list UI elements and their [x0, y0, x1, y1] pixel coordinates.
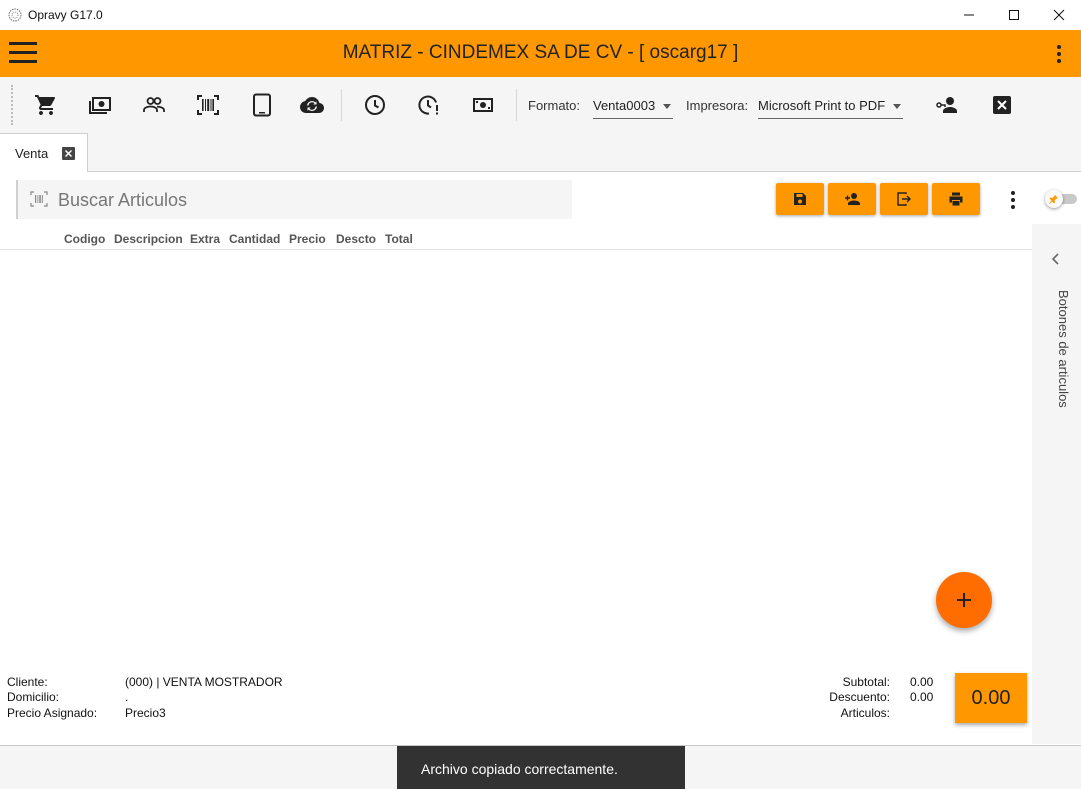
column-header-descripcion[interactable]: Descripcion: [114, 232, 183, 246]
column-header-total[interactable]: Total: [385, 232, 413, 246]
user-key-button[interactable]: [935, 93, 959, 117]
clock-alert-icon: [418, 95, 438, 115]
tab-venta[interactable]: Venta: [0, 133, 88, 172]
cloud-sync-button[interactable]: [300, 93, 324, 117]
tab-bar: Venta: [0, 133, 1081, 172]
tablet-button[interactable]: [250, 93, 274, 117]
cart-button[interactable]: [34, 93, 58, 117]
header-title: MATRIZ - CINDEMEX SA DE CV - [ oscarg17 …: [342, 42, 739, 63]
money-button[interactable]: [471, 93, 495, 117]
descuento-label: Descuento:: [829, 690, 890, 704]
person-add-icon: [845, 193, 860, 205]
column-header-descto[interactable]: Descto: [336, 232, 376, 246]
table-header: Codigo Descripcion Extra Cantidad Precio…: [0, 226, 1032, 250]
more-vert-icon[interactable]: [1004, 188, 1022, 212]
maximize-button[interactable]: [991, 0, 1037, 30]
dropdown-arrow-icon: [893, 104, 901, 109]
column-header-cantidad[interactable]: Cantidad: [229, 232, 280, 246]
domicilio-label: Domicilio:: [7, 690, 60, 704]
articulos-label: Articulos:: [840, 706, 890, 720]
add-customer-button[interactable]: [828, 183, 876, 215]
print-button[interactable]: [932, 183, 980, 215]
formato-value: Venta0003: [593, 98, 656, 113]
app-header: MATRIZ - CINDEMEX SA DE CV - [ oscarg17 …: [0, 30, 1081, 77]
precio-asignado-value: Precio3: [125, 706, 166, 720]
column-header-codigo[interactable]: Codigo: [64, 232, 105, 246]
cash-icon: [89, 97, 111, 114]
subtotal-label: Subtotal:: [842, 675, 890, 689]
barcode-button[interactable]: [196, 93, 220, 117]
clock-icon: [365, 95, 385, 115]
impresora-label: Impresora:: [686, 98, 749, 113]
side-panel-label[interactable]: Botones de articulos: [1056, 290, 1071, 408]
pin-icon: [1049, 195, 1058, 204]
close-window-button[interactable]: [1036, 0, 1081, 30]
close-icon: [1053, 9, 1065, 21]
table-body: [0, 251, 1032, 651]
tab-label: Venta: [15, 146, 49, 161]
cloud-sync-icon: [300, 97, 324, 113]
minimize-button[interactable]: [946, 0, 992, 30]
user-key-icon: [936, 97, 957, 113]
cart-icon: [35, 95, 56, 115]
save-button[interactable]: [776, 183, 824, 215]
precio-asignado-label: Precio Asignado:: [7, 706, 98, 720]
close-box-icon: [993, 96, 1011, 114]
formato-label: Formato:: [528, 98, 581, 113]
users-button[interactable]: [142, 93, 166, 117]
toolbar-grip: [11, 85, 13, 125]
cash-button[interactable]: [88, 93, 112, 117]
money-icon: [473, 98, 493, 112]
dropdown-arrow-icon: [663, 104, 671, 109]
snackbar-message: Archivo copiado correctamente.: [397, 746, 685, 789]
save-icon: [794, 193, 806, 205]
chevron-left-icon[interactable]: [1049, 252, 1063, 266]
toolbar-divider: [516, 89, 517, 121]
toggle-knob: [1045, 190, 1063, 208]
barcode-icon: [197, 95, 219, 115]
column-header-extra[interactable]: Extra: [190, 232, 220, 246]
plus-icon: [957, 593, 971, 607]
barcode-scan-icon: [30, 191, 48, 207]
cliente-value: (000) | VENTA MOSTRADOR: [125, 675, 283, 689]
article-buttons-panel: Botones de articulos: [1032, 224, 1081, 744]
users-icon: [143, 97, 165, 112]
impresora-select[interactable]: Microsoft Print to PDF: [758, 92, 903, 119]
print-icon: [949, 192, 963, 206]
add-fab-button[interactable]: [936, 572, 992, 628]
exit-to-app-icon: [897, 192, 911, 206]
domicilio-value: .: [125, 690, 129, 704]
clock-alert-button[interactable]: [417, 93, 441, 117]
clock-button[interactable]: [363, 93, 387, 117]
tab-close-icon[interactable]: [62, 147, 75, 160]
search-input[interactable]: [58, 188, 558, 212]
tablet-icon: [253, 93, 271, 117]
window-titlebar: Opravy G17.0: [0, 0, 1081, 30]
exit-button[interactable]: [880, 183, 928, 215]
column-header-precio[interactable]: Precio: [289, 232, 326, 246]
search-bar: [16, 180, 572, 219]
window-title: Opravy G17.0: [28, 8, 103, 22]
formato-select[interactable]: Venta0003: [593, 92, 673, 119]
grand-total: 0.00: [955, 673, 1027, 723]
more-vert-icon[interactable]: [1049, 43, 1069, 65]
descuento-value: 0.00: [910, 690, 934, 704]
subtotal-value: 0.00: [910, 675, 934, 689]
app-logo-icon: [8, 8, 22, 22]
pin-toggle[interactable]: [1045, 190, 1077, 208]
maximize-icon: [1009, 10, 1019, 20]
cliente-label: Cliente:: [7, 675, 48, 689]
toolbar-divider: [341, 89, 342, 121]
close-session-button[interactable]: [990, 93, 1014, 117]
main-toolbar: Formato: Venta0003 Impresora: Microsoft …: [0, 77, 1081, 133]
minimize-icon: [964, 14, 974, 16]
impresora-value: Microsoft Print to PDF: [758, 98, 886, 113]
